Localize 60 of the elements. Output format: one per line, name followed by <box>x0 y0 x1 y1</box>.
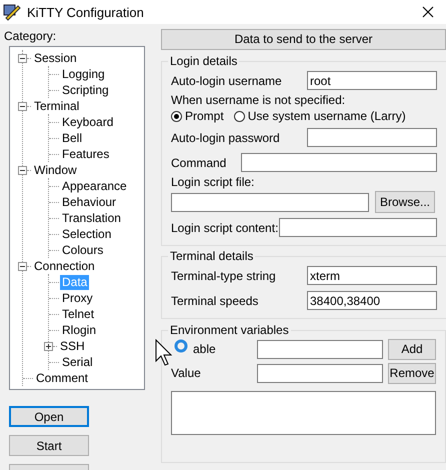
field-label: Login script file: <box>171 175 256 189</box>
tree-item[interactable]: Bell <box>60 130 84 146</box>
tree-item[interactable]: Appearance <box>60 178 129 194</box>
tree-item[interactable]: Proxy <box>60 290 95 306</box>
tree-item[interactable]: Scripting <box>60 82 111 98</box>
script-content-field[interactable] <box>279 218 437 237</box>
collapse-icon[interactable] <box>18 54 27 62</box>
field-label: When username is not specified: <box>171 93 346 107</box>
tree-item[interactable]: Serial <box>60 354 95 370</box>
field-label: able <box>193 342 216 356</box>
value-field[interactable] <box>257 364 383 382</box>
tree-item[interactable]: Telnet <box>60 306 96 322</box>
action-button[interactable]: Open <box>9 406 89 427</box>
tree-item[interactable]: Keyboard <box>60 114 116 130</box>
field-label: Command <box>171 156 228 170</box>
collapse-icon[interactable] <box>18 166 27 174</box>
group-title: Login details <box>169 54 238 68</box>
app-icon <box>3 3 21 21</box>
close-icon[interactable] <box>422 6 434 18</box>
tree-item[interactable]: Session <box>32 50 79 66</box>
radio-button[interactable]: Use system username (Larry) <box>234 109 406 123</box>
tree-item[interactable]: Rlogin <box>60 322 98 338</box>
script-file-field[interactable] <box>171 192 369 212</box>
password-field[interactable] <box>307 128 437 147</box>
expand-icon[interactable] <box>44 342 53 350</box>
group-title: Terminal details <box>169 249 254 263</box>
tree-item[interactable]: Window <box>32 162 79 178</box>
variables-list[interactable] <box>171 391 436 435</box>
username-field[interactable]: root <box>307 71 437 90</box>
remove-button[interactable]: Remove <box>388 362 436 384</box>
action-button[interactable]: Start <box>9 435 89 456</box>
field-label: Terminal speeds <box>171 294 260 308</box>
tree-item[interactable]: SSH <box>58 338 87 354</box>
collapse-icon[interactable] <box>18 262 27 270</box>
tree-item[interactable]: Selection <box>60 226 114 242</box>
field-label: Terminal-type string <box>171 268 277 282</box>
field-label: Login script content: <box>171 220 279 234</box>
tree-item[interactable]: Comment <box>34 370 90 386</box>
tree-item[interactable]: Terminal <box>32 98 82 114</box>
tree-item[interactable]: Logging <box>60 66 107 82</box>
variable-field[interactable] <box>257 340 383 358</box>
panel-header: Data to send to the server <box>161 29 446 50</box>
radio-button[interactable]: Prompt <box>171 109 224 123</box>
tree-item[interactable]: Translation <box>60 210 123 226</box>
field-label: Auto-login username <box>171 74 283 88</box>
field-label: Auto-login password <box>171 130 281 144</box>
window-title: KiTTY Configuration <box>27 4 145 20</box>
collapse-icon[interactable] <box>18 102 27 110</box>
add-button[interactable]: Add <box>388 338 436 360</box>
field-label: Value <box>171 366 202 380</box>
group-title: Environment variables <box>169 323 290 337</box>
text-field[interactable]: 38400,38400 <box>307 291 437 310</box>
browse-button[interactable]: Browse... <box>375 191 435 213</box>
text-field[interactable]: xterm <box>307 266 437 285</box>
command-field[interactable] <box>241 153 437 172</box>
tree-item[interactable]: Features <box>60 146 112 162</box>
category-label: Category: <box>4 29 58 45</box>
tree-item[interactable]: Connection <box>32 258 97 274</box>
tree-item[interactable]: Behaviour <box>60 194 118 210</box>
tree-item[interactable]: Colours <box>60 242 106 258</box>
